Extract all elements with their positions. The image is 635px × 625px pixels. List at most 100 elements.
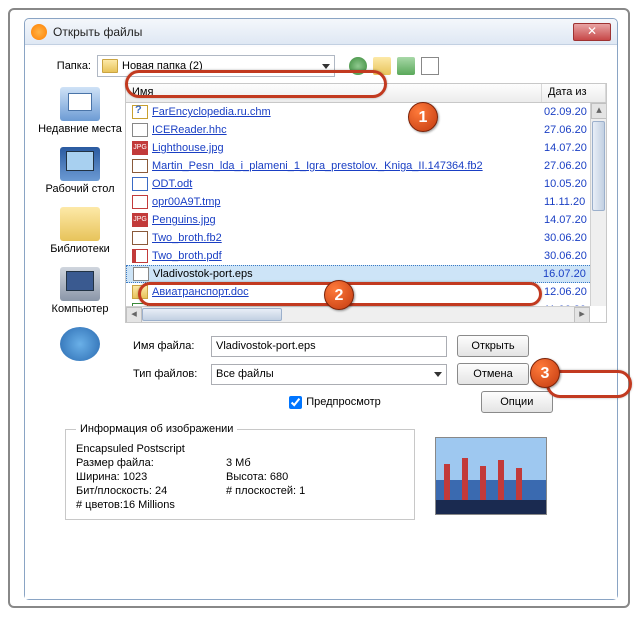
place-icon xyxy=(60,87,100,121)
places-bar: Недавние места Рабочий стол Библиотеки Комп… xyxy=(35,83,125,417)
file-icon xyxy=(132,285,148,299)
place-icon xyxy=(60,207,100,241)
place-icon xyxy=(60,267,100,301)
folder-label: Папка: xyxy=(35,60,97,72)
filename-label: Имя файла: xyxy=(125,340,211,352)
filetype-label: Тип файлов: xyxy=(125,368,211,380)
place-icon xyxy=(60,327,100,361)
column-date[interactable]: Дата из xyxy=(542,84,606,102)
file-row[interactable]: JPGLighthouse.jpg14.07.20 xyxy=(126,139,606,157)
file-name: Без имени 1.odt xyxy=(152,322,544,323)
file-name: Penguins.jpg xyxy=(152,214,544,226)
titlebar: Открыть файлы ✕ xyxy=(25,19,617,45)
place-item[interactable]: Рабочий стол xyxy=(35,147,125,195)
filetype-value: Все файлы xyxy=(216,368,434,380)
close-button[interactable]: ✕ xyxy=(573,23,611,41)
file-icon xyxy=(132,105,148,119)
file-icon xyxy=(132,195,148,209)
place-label: Недавние места xyxy=(35,123,125,135)
filetype-combo[interactable]: Все файлы xyxy=(211,364,447,385)
cancel-button[interactable]: Отмена xyxy=(457,363,529,385)
place-label: Библиотеки xyxy=(35,243,125,255)
file-name: Lighthouse.jpg xyxy=(152,142,544,154)
file-row[interactable]: ODT.odt10.05.20 xyxy=(126,175,606,193)
info-size-label: Размер файла: xyxy=(76,457,216,469)
file-icon xyxy=(132,249,148,263)
hscroll-thumb[interactable] xyxy=(142,308,282,321)
info-width-value: 1023 xyxy=(123,471,147,483)
file-icon: JPG xyxy=(132,141,148,155)
view-mode-icon[interactable] xyxy=(421,57,439,75)
vertical-scrollbar[interactable]: ▴ xyxy=(590,103,606,306)
file-icon xyxy=(132,231,148,245)
file-date: 17.06.20 xyxy=(544,322,600,323)
file-icon xyxy=(132,159,148,173)
info-planes-label: # плоскостей: xyxy=(226,485,296,497)
file-name: Martin_Pesn_lda_i_plameni_1_Igra_prestol… xyxy=(152,160,544,172)
file-name: FarEncyclopedia.ru.chm xyxy=(152,106,544,118)
scroll-up-icon[interactable]: ▴ xyxy=(591,103,607,119)
chevron-down-icon xyxy=(434,372,442,377)
image-info-box: Информация об изображении Encapsuled Pos… xyxy=(65,423,415,520)
file-row[interactable]: JPGPenguins.jpg14.07.20 xyxy=(126,211,606,229)
up-folder-icon[interactable] xyxy=(373,57,391,75)
file-name: ODT.odt xyxy=(152,178,544,190)
preview-checkbox[interactable] xyxy=(289,396,302,409)
place-icon xyxy=(60,147,100,181)
file-name: Two_broth.pdf xyxy=(152,250,544,262)
info-format: Encapsuled Postscript xyxy=(76,443,216,455)
place-item[interactable]: Недавние места xyxy=(35,87,125,135)
new-folder-icon[interactable] xyxy=(397,57,415,75)
file-icon xyxy=(132,177,148,191)
file-list-header[interactable]: Имя Дата из xyxy=(125,83,607,103)
place-item[interactable] xyxy=(35,327,125,361)
window-title: Открыть файлы xyxy=(53,25,573,39)
horizontal-scrollbar[interactable]: ◂ ▸ xyxy=(126,306,590,322)
place-label: Рабочий стол xyxy=(35,183,125,195)
info-height-value: 680 xyxy=(270,471,288,483)
info-colors-label: # цветов: xyxy=(76,499,123,511)
file-name: ICEReader.hhc xyxy=(152,124,544,136)
folder-combo[interactable]: Новая папка (2) xyxy=(97,55,335,77)
scroll-left-icon[interactable]: ◂ xyxy=(126,307,142,323)
folder-name: Новая папка (2) xyxy=(122,60,322,72)
folder-icon xyxy=(102,59,118,73)
scroll-right-icon[interactable]: ▸ xyxy=(574,307,590,323)
info-size-value: 3 Мб xyxy=(226,457,251,469)
file-row[interactable]: ICEReader.hhc27.06.20 xyxy=(126,121,606,139)
preview-thumbnail xyxy=(435,437,547,515)
file-row[interactable]: Vladivostok-port.eps16.07.20 xyxy=(126,265,606,283)
info-legend: Информация об изображении xyxy=(76,423,237,435)
file-name: Two_broth.fb2 xyxy=(152,232,544,244)
open-file-dialog: Открыть файлы ✕ Папка: Новая папка (2) Н… xyxy=(24,18,618,600)
options-button[interactable]: Опции xyxy=(481,391,553,413)
file-row[interactable]: Two_broth.fb230.06.20 xyxy=(126,229,606,247)
info-width-label: Ширина: xyxy=(76,471,120,483)
file-name: opr00A9T.tmp xyxy=(152,196,544,208)
file-row[interactable]: Авиатранспорт.doc12.06.20 xyxy=(126,283,606,301)
app-icon xyxy=(31,24,47,40)
file-row[interactable]: Martin_Pesn_lda_i_plameni_1_Igra_prestol… xyxy=(126,157,606,175)
file-icon xyxy=(132,123,148,137)
info-colors-value: 16 Millions xyxy=(123,499,175,511)
place-label: Компьютер xyxy=(35,303,125,315)
place-item[interactable]: Библиотеки xyxy=(35,207,125,255)
info-height-label: Высота: xyxy=(226,471,267,483)
file-row[interactable]: Two_broth.pdf30.06.20 xyxy=(126,247,606,265)
open-button[interactable]: Открыть xyxy=(457,335,529,357)
filename-input[interactable] xyxy=(211,336,447,357)
file-row[interactable]: opr00A9T.tmp11.11.20 xyxy=(126,193,606,211)
scroll-thumb[interactable] xyxy=(592,121,605,211)
back-icon[interactable] xyxy=(349,57,367,75)
file-row[interactable]: FarEncyclopedia.ru.chm02.09.20 xyxy=(126,103,606,121)
info-bpp-label: Бит/плоскость: xyxy=(76,485,152,497)
file-name: Авиатранспорт.doc xyxy=(152,286,544,298)
file-list[interactable]: FarEncyclopedia.ru.chm02.09.20ICEReader.… xyxy=(125,103,607,323)
column-name[interactable]: Имя xyxy=(126,84,542,102)
info-planes-value: 1 xyxy=(299,485,305,497)
preview-label: Предпросмотр xyxy=(306,396,381,408)
file-name: Vladivostok-port.eps xyxy=(153,268,543,280)
chevron-down-icon xyxy=(322,64,330,69)
place-item[interactable]: Компьютер xyxy=(35,267,125,315)
file-icon: JPG xyxy=(132,213,148,227)
